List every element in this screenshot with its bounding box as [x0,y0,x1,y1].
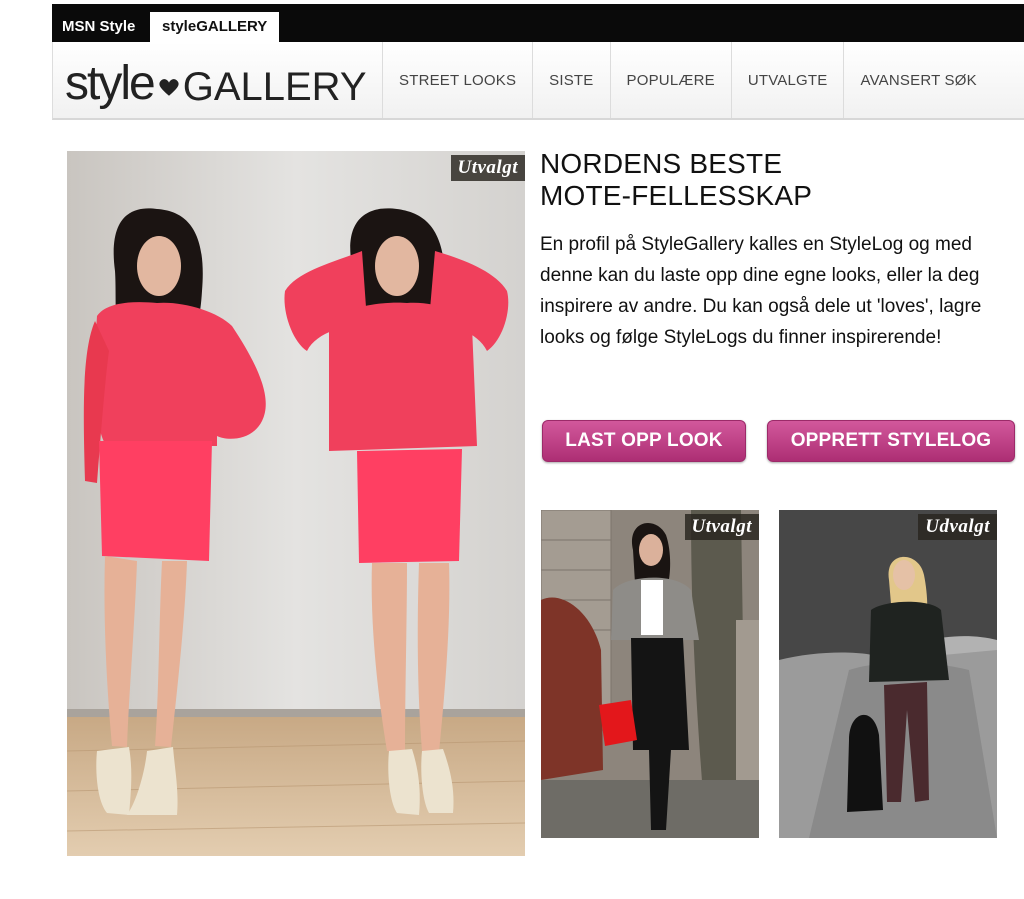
title-line-1: NORDENS BESTE [540,148,783,179]
look-thumbnail-1[interactable]: Utvalgt [541,510,759,838]
thumbnail-badge-1: Utvalgt [684,514,759,540]
hero-photo [67,151,525,856]
intro-description: En profil på StyleGallery kalles en Styl… [540,234,982,348]
featured-badge: Utvalgt [450,155,525,181]
stylegallery-tab[interactable]: styleGALLERY [150,12,280,42]
page-title: NORDENS BESTE MOTE-FELLESSKAP [540,148,1010,212]
top-bar: MSN Style styleGALLERY [52,4,1024,42]
nav-siste[interactable]: SISTE [532,42,609,118]
logo-style-text: style [65,57,156,110]
nav-avansert-sok[interactable]: AVANSERT SØK [843,42,992,118]
look-thumbnail-2[interactable]: Udvalgt [779,510,997,838]
featured-look-image[interactable]: Utvalgt [67,151,525,856]
upload-look-button[interactable]: LAST OPP LOOK [542,420,746,462]
thumbnail-photo-2 [779,510,997,838]
site-header: style GALLERY STREET LOOKS SISTE POPULÆR… [52,42,1024,120]
thumbnail-photo-1 [541,510,759,838]
title-line-2: MOTE-FELLESSKAP [540,180,813,211]
msn-style-tab[interactable]: MSN Style [62,12,135,42]
heart-icon [159,79,179,96]
create-stylelog-button[interactable]: OPPRETT STYLELOG [767,420,1015,462]
thumbnail-badge-2: Udvalgt [918,514,997,540]
nav-utvalgte[interactable]: UTVALGTE [730,42,844,118]
nav-street-looks[interactable]: STREET LOOKS [382,42,532,118]
main-nav: STREET LOOKS SISTE POPULÆRE UTVALGTE AVA… [382,42,993,118]
logo-gallery-text: GALLERY [182,65,367,109]
site-logo[interactable]: style GALLERY [65,57,367,110]
nav-populaere[interactable]: POPULÆRE [609,42,731,118]
